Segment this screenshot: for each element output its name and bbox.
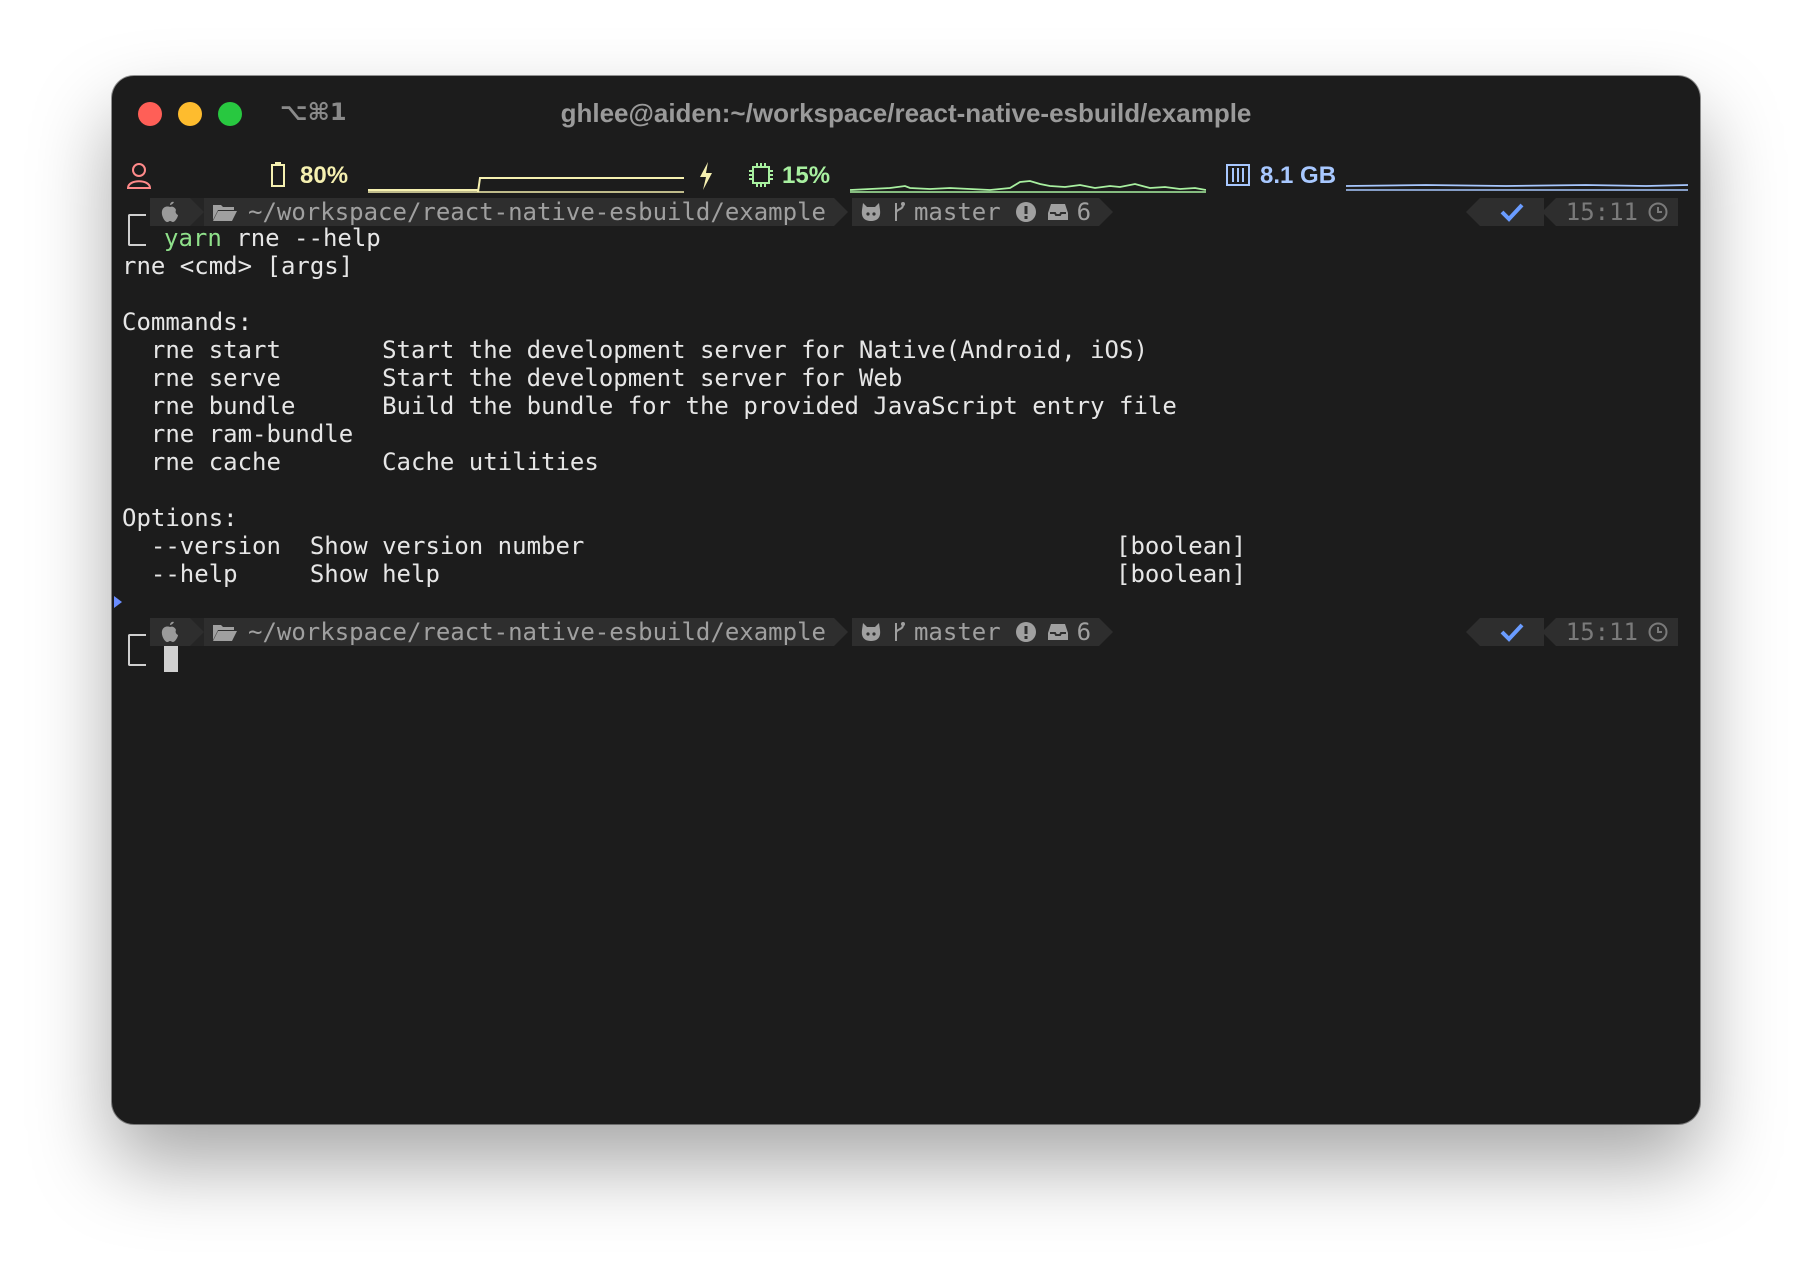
option-type: [boolean]	[1116, 560, 1247, 588]
branch-icon	[894, 202, 905, 221]
command-name: rne bundle	[122, 392, 383, 420]
apple-icon	[161, 201, 178, 222]
apple-segment	[150, 198, 190, 226]
memory-usage: 8.1 GB	[1260, 162, 1337, 189]
path-segment: ~/workspace/react-native-esbuild/example	[204, 198, 834, 226]
github-icon	[861, 203, 881, 221]
option-row: --version Show version number	[122, 532, 585, 560]
command-row: rne start Start the development server f…	[122, 336, 1148, 364]
command-name: rne cache	[122, 448, 383, 476]
title-bar: ⌥⌘1 ghlee@aiden:~/workspace/react-native…	[112, 76, 1700, 150]
command-name: rne serve	[122, 364, 383, 392]
text-cursor[interactable]	[164, 646, 178, 672]
github-icon	[861, 623, 881, 641]
mark-indicator	[114, 596, 122, 608]
prompt-path: ~/workspace/react-native-esbuild/example	[248, 198, 826, 226]
charging-icon	[700, 162, 712, 190]
prompt-time: 15:11	[1565, 618, 1638, 646]
command-name: rne ram-bundle	[122, 420, 354, 448]
prompt-line-1: ~/workspace/react-native-esbuild/example…	[150, 198, 1114, 226]
command-args: rne --help	[221, 224, 381, 252]
window-title: ghlee@aiden:~/workspace/react-native-esb…	[560, 98, 1252, 128]
options-header: Options:	[122, 504, 238, 532]
command-row: rne cache Cache utilities	[122, 448, 599, 476]
command-line: yarn rne --help	[164, 224, 381, 252]
status-bar: 80% 15% 8.1 GB	[112, 156, 1700, 196]
option-desc: Show version number	[309, 532, 585, 560]
prompt-right-1: 15:11	[1465, 198, 1678, 226]
option-name: --help	[122, 560, 310, 588]
status-segment	[1479, 618, 1544, 646]
apple-icon	[161, 621, 178, 642]
prompt-bracket	[128, 634, 146, 666]
folder-open-icon	[213, 625, 237, 641]
git-branch: master	[913, 618, 1001, 646]
cpu-icon	[749, 163, 773, 187]
usage-line: rne <cmd> [args]	[122, 252, 354, 280]
folder-open-icon	[213, 205, 237, 221]
clock-icon	[1648, 202, 1668, 222]
stash-count: 6	[1076, 198, 1092, 226]
inbox-icon	[1047, 204, 1068, 220]
memory-graph	[1346, 184, 1688, 191]
cpu-percent: 15%	[782, 162, 831, 189]
git-segment: master 6	[851, 198, 1100, 226]
command-desc: Build the bundle for the provided JavaSc…	[382, 392, 1177, 420]
prompt-path: ~/workspace/react-native-esbuild/example	[248, 618, 826, 646]
prompt-time: 15:11	[1565, 198, 1638, 226]
prompt-right-2: 15:11	[1465, 618, 1678, 646]
command-row: rne bundle Build the bundle for the prov…	[122, 392, 1177, 420]
check-icon	[1500, 203, 1524, 222]
battery-graph	[368, 177, 684, 193]
user-icon	[126, 163, 152, 189]
command-row: rne ram-bundle	[122, 420, 353, 448]
warning-icon	[1015, 622, 1036, 642]
command-row: rne serve Start the development server f…	[122, 364, 902, 392]
terminal-window: ⌥⌘1 ghlee@aiden:~/workspace/react-native…	[112, 76, 1700, 1124]
command-name: rne start	[122, 336, 383, 364]
cpu-graph	[850, 180, 1206, 193]
memory-icon	[1226, 164, 1250, 186]
path-segment: ~/workspace/react-native-esbuild/example	[204, 618, 834, 646]
option-type: [boolean]	[1116, 532, 1247, 560]
prompt-bracket	[128, 214, 146, 246]
branch-icon	[894, 622, 905, 641]
battery-icon	[271, 162, 285, 187]
status-segment	[1479, 198, 1544, 226]
git-segment: master 6	[851, 618, 1100, 646]
option-desc: Show help	[309, 560, 440, 588]
apple-segment	[150, 618, 190, 646]
command-program: yarn	[164, 224, 222, 252]
warning-icon	[1015, 202, 1036, 222]
time-segment: 15:11	[1555, 198, 1678, 226]
option-row: --help Show help	[122, 560, 440, 588]
command-desc: Cache utilities	[382, 448, 599, 476]
command-desc: Start the development server for Native(…	[382, 336, 1148, 364]
inbox-icon	[1047, 624, 1068, 640]
stash-count: 6	[1076, 618, 1092, 646]
check-icon	[1500, 623, 1524, 642]
option-name: --version	[122, 532, 310, 560]
command-desc: Start the development server for Web	[382, 364, 903, 392]
clock-icon	[1648, 622, 1668, 642]
commands-header: Commands:	[122, 308, 253, 336]
time-segment: 15:11	[1555, 618, 1678, 646]
battery-percent: 80%	[300, 162, 349, 189]
git-branch: master	[913, 198, 1001, 226]
prompt-line-2: ~/workspace/react-native-esbuild/example…	[150, 618, 1114, 646]
